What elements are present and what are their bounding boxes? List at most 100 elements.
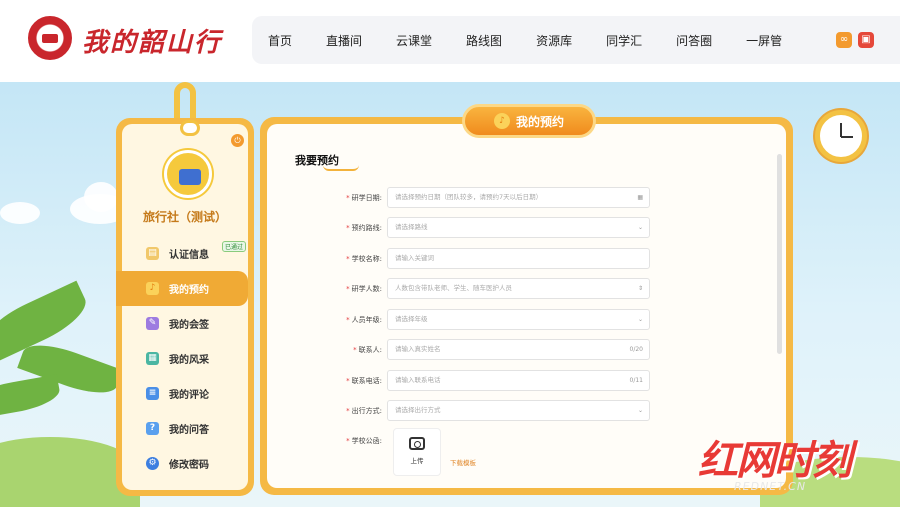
field-label: * 学校公函: — [267, 436, 387, 446]
required-mark: * — [346, 284, 350, 293]
field-placeholder: 人数包含带队老师、学生、随车医护人员 — [395, 284, 512, 292]
picture-icon: ▦ — [146, 352, 159, 365]
field-row-route: * 预约路线: 请选择路线 ⌄ — [267, 217, 650, 238]
field-placeholder: 请选择预约日期（团队较多，请预约7天以后日期） — [395, 193, 543, 201]
sidebar-item-label: 我的预约 — [169, 285, 209, 296]
field-row-school-name: * 学校名称: 请输入关键词 — [267, 248, 650, 269]
field-label: * 研学日期: — [267, 193, 387, 203]
upload-label: 上传 — [410, 457, 424, 465]
field-label-text: 联系人: — [358, 345, 382, 354]
user-profile-icon[interactable]: ▣ — [858, 32, 874, 48]
camera-icon — [409, 437, 425, 450]
study-date-picker[interactable]: 请选择预约日期（团队较多，请预约7天以后日期） ▦ — [387, 187, 650, 208]
sidebar-item-label: 我的会签 — [169, 320, 209, 331]
stepper-arrows-icon[interactable]: ⇕ — [638, 279, 643, 298]
chevron-down-icon[interactable]: ⌄ — [638, 218, 643, 237]
watermark: 红网时刻 REDNET.CN — [698, 428, 852, 493]
contact-phone-input[interactable]: 请输入联系电话 0/11 — [387, 370, 650, 391]
sidebar-item-label: 我的问答 — [169, 425, 209, 436]
contact-name-input[interactable]: 请输入真实姓名 0/20 — [387, 339, 650, 360]
qa-icon: ? — [146, 422, 159, 435]
field-label-text: 联系电话: — [351, 376, 382, 385]
chevron-down-icon[interactable]: ⌄ — [638, 401, 643, 420]
field-placeholder: 请输入关键词 — [395, 254, 434, 262]
sidebar-item-my-gallery[interactable]: ▦ 我的风采 — [122, 341, 248, 376]
chevron-down-icon[interactable]: ⌄ — [638, 310, 643, 329]
tag-hole-decoration — [180, 120, 200, 136]
sidebar-item-my-comments[interactable]: ≡ 我的评论 — [122, 376, 248, 411]
school-name-input[interactable]: 请输入关键词 — [387, 248, 650, 269]
travel-mode-select[interactable]: 请选择出行方式 ⌄ — [387, 400, 650, 421]
brand-logo-text[interactable]: 我的韶山行 — [82, 22, 222, 59]
field-label: * 人员年级: — [267, 315, 387, 325]
field-label-text: 出行方式: — [351, 406, 382, 415]
field-label-text: 研学人数: — [351, 284, 382, 293]
scrollbar[interactable] — [777, 154, 782, 354]
avatar[interactable] — [164, 150, 212, 198]
nav-item-resources[interactable]: 资源库 — [536, 32, 572, 49]
field-row-contact-name: * 联系人: 请输入真实姓名 0/20 — [267, 339, 650, 360]
sidebar-item-my-qa[interactable]: ? 我的问答 — [122, 411, 248, 446]
sidebar-item-certification[interactable]: ▤ 认证信息 已通过 — [122, 236, 248, 271]
sidebar-card: ⏻ 旅行社（测试） ▤ 认证信息 已通过 ♪ 我的预约 ✎ 我的会签 ▦ 我的风… — [116, 118, 254, 496]
field-placeholder: 请输入联系电话 — [395, 376, 441, 384]
nav-item-routes[interactable]: 路线图 — [466, 32, 502, 49]
calendar-icon[interactable]: ▦ — [637, 188, 643, 207]
nav-item-dashboard[interactable]: 一屏管 — [746, 32, 782, 49]
field-row-study-date: * 研学日期: 请选择预约日期（团队较多，请预约7天以后日期） ▦ — [267, 187, 650, 208]
field-label: * 联系人: — [267, 345, 387, 355]
top-header: 我的韶山行 首页 直播间 云课堂 路线图 资源库 同学汇 问答圈 一屏管 ∞ ▣ — [0, 0, 900, 82]
headcount-stepper[interactable]: 人数包含带队老师、学生、随车医护人员 ⇕ — [387, 278, 650, 299]
grade-select[interactable]: 请选择年级 ⌄ — [387, 309, 650, 330]
required-mark: * — [346, 223, 350, 232]
required-mark: * — [346, 436, 350, 445]
sidebar-item-change-password[interactable]: ⚙ 修改密码 — [122, 446, 248, 481]
field-placeholder: 请输入真实姓名 — [395, 345, 441, 353]
nav-item-classmates[interactable]: 同学汇 — [606, 32, 642, 49]
nav-item-home[interactable]: 首页 — [268, 32, 292, 49]
nav-item-qa[interactable]: 问答圈 — [676, 32, 712, 49]
field-label-text: 研学日期: — [351, 193, 382, 202]
upload-button[interactable]: 上传 — [393, 428, 441, 476]
field-label-text: 学校公函: — [351, 436, 382, 445]
field-label-text: 人员年级: — [351, 315, 382, 324]
field-label: * 研学人数: — [267, 284, 387, 294]
required-mark: * — [346, 254, 350, 263]
field-label: * 联系电话: — [267, 376, 387, 386]
sidebar-item-label: 认证信息 — [169, 250, 209, 261]
char-counter: 0/11 — [629, 377, 643, 384]
cloud-decoration — [0, 202, 40, 224]
watermark-sub: REDNET.CN — [734, 480, 807, 493]
panel-title: 我的预约 — [515, 114, 564, 129]
field-label: * 学校名称: — [267, 254, 387, 264]
required-mark: * — [353, 345, 357, 354]
field-row-grade: * 人员年级: 请选择年级 ⌄ — [267, 309, 650, 330]
required-mark: * — [346, 376, 350, 385]
field-placeholder: 请选择路线 — [395, 223, 428, 231]
power-icon[interactable]: ⏻ — [231, 134, 244, 147]
header-icons: ∞ ▣ — [836, 32, 874, 48]
sidebar-menu: ▤ 认证信息 已通过 ♪ 我的预约 ✎ 我的会签 ▦ 我的风采 ≡ 我的评论 ? — [116, 236, 248, 481]
sidebar-item-label: 我的评论 — [169, 390, 209, 401]
link-icon[interactable]: ∞ — [836, 32, 852, 48]
download-template-link[interactable]: 下载模板 — [450, 457, 476, 467]
clock-icon — [815, 110, 867, 162]
sidebar-inner: ⏻ 旅行社（测试） ▤ 认证信息 已通过 ♪ 我的预约 ✎ 我的会签 ▦ 我的风… — [116, 120, 248, 490]
org-name: 旅行社（测试） — [142, 210, 227, 224]
required-mark: * — [346, 193, 350, 202]
nav-item-cloud-class[interactable]: 云课堂 — [396, 32, 432, 49]
field-row-contact-phone: * 联系电话: 请输入联系电话 0/11 — [267, 370, 650, 391]
field-row-travel-mode: * 出行方式: 请选择出行方式 ⌄ — [267, 400, 650, 421]
route-select[interactable]: 请选择路线 ⌄ — [387, 217, 650, 238]
comment-icon: ≡ — [146, 387, 159, 400]
sidebar-item-my-sign[interactable]: ✎ 我的会签 — [122, 306, 248, 341]
required-mark: * — [346, 406, 350, 415]
bell-icon: ♪ — [146, 282, 159, 295]
field-placeholder: 请选择出行方式 — [395, 406, 441, 414]
char-counter: 0/20 — [629, 346, 643, 353]
nav-item-live[interactable]: 直播间 — [326, 32, 362, 49]
sidebar-item-my-booking[interactable]: ♪ 我的预约 — [116, 271, 248, 306]
sidebar-item-label: 修改密码 — [169, 460, 209, 471]
panel-title-ribbon: ♪ 我的预约 — [462, 104, 596, 138]
seal-logo-icon[interactable] — [28, 16, 72, 60]
